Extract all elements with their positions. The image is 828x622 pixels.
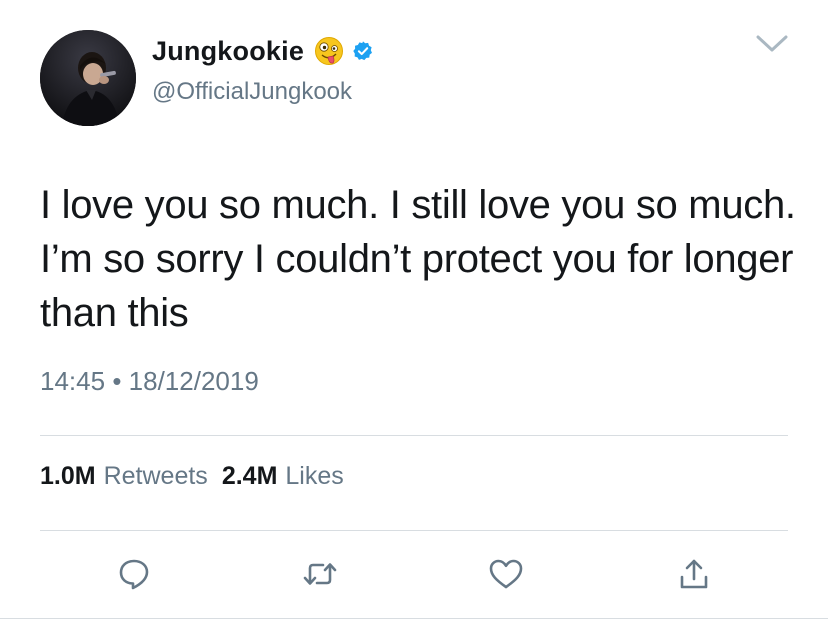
likes-label: Likes [285, 462, 344, 490]
tweet-time: 14:45 [40, 366, 106, 396]
retweets-stat[interactable]: 1.0M Retweets [40, 462, 208, 491]
tweet-timestamp[interactable]: 14:45 • 18/12/2019 [40, 366, 259, 397]
author-name-row[interactable]: Jungkookie [152, 34, 374, 68]
timestamp-separator: • [112, 366, 122, 396]
heart-icon [489, 559, 523, 589]
retweets-count: 1.0M [40, 462, 96, 490]
likes-stat[interactable]: 2.4M Likes [222, 462, 344, 491]
divider [40, 530, 788, 531]
more-options-chevron-down-icon[interactable] [752, 32, 792, 56]
like-button[interactable] [488, 556, 524, 592]
reply-button[interactable] [116, 556, 152, 592]
retweet-icon [303, 563, 337, 585]
tweet-stats: 1.0M Retweets 2.4M Likes [40, 462, 344, 491]
bottom-border [0, 618, 828, 619]
tweet-text: I love you so much. I still love you so … [40, 183, 796, 335]
retweets-label: Retweets [103, 462, 208, 490]
share-button[interactable] [676, 556, 712, 592]
avatar[interactable] [40, 30, 136, 126]
author-display-name[interactable]: Jungkookie [152, 36, 304, 67]
share-icon [680, 559, 708, 589]
likes-count: 2.4M [221, 462, 278, 490]
author-handle[interactable]: @OfficialJungkook [152, 78, 352, 106]
tweet-date: 18/12/2019 [128, 366, 259, 396]
verified-badge-icon [350, 40, 374, 62]
retweet-button[interactable] [302, 556, 338, 592]
divider [40, 435, 788, 436]
zany-face-emoji-icon [310, 36, 344, 66]
reply-icon [119, 559, 149, 590]
